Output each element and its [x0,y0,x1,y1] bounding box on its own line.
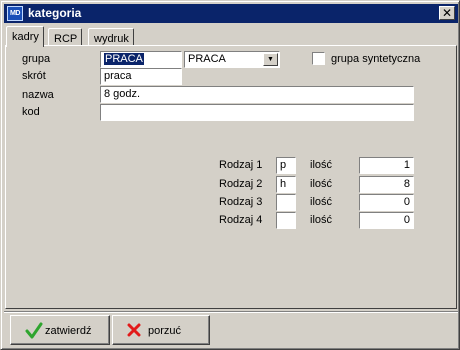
cross-icon [127,323,141,337]
tab-kadry[interactable]: kadry [6,26,44,47]
close-icon: ✕ [441,6,453,20]
confirm-label: zatwierdź [45,325,92,337]
tab-panel-kadry [5,45,457,309]
confirm-button[interactable]: zatwierdź [10,315,110,345]
dialog-window: MD kategoria ✕ kadry RCP wydruk grupa PR… [0,0,460,350]
cancel-button[interactable]: porzuć [112,315,210,345]
tab-label: kadry [12,31,39,43]
check-icon [25,322,43,339]
app-icon: MD [7,6,23,21]
footer-divider [4,311,458,313]
tab-rcp[interactable]: RCP [48,28,83,46]
tab-label: RCP [54,33,78,45]
tab-label: wydruk [94,33,129,45]
window-title: kategoria [28,6,82,20]
tab-wydruk[interactable]: wydruk [88,28,134,46]
title-bar[interactable]: MD kategoria ✕ [4,4,458,23]
cancel-label: porzuć [148,325,182,337]
close-button[interactable]: ✕ [439,6,455,20]
